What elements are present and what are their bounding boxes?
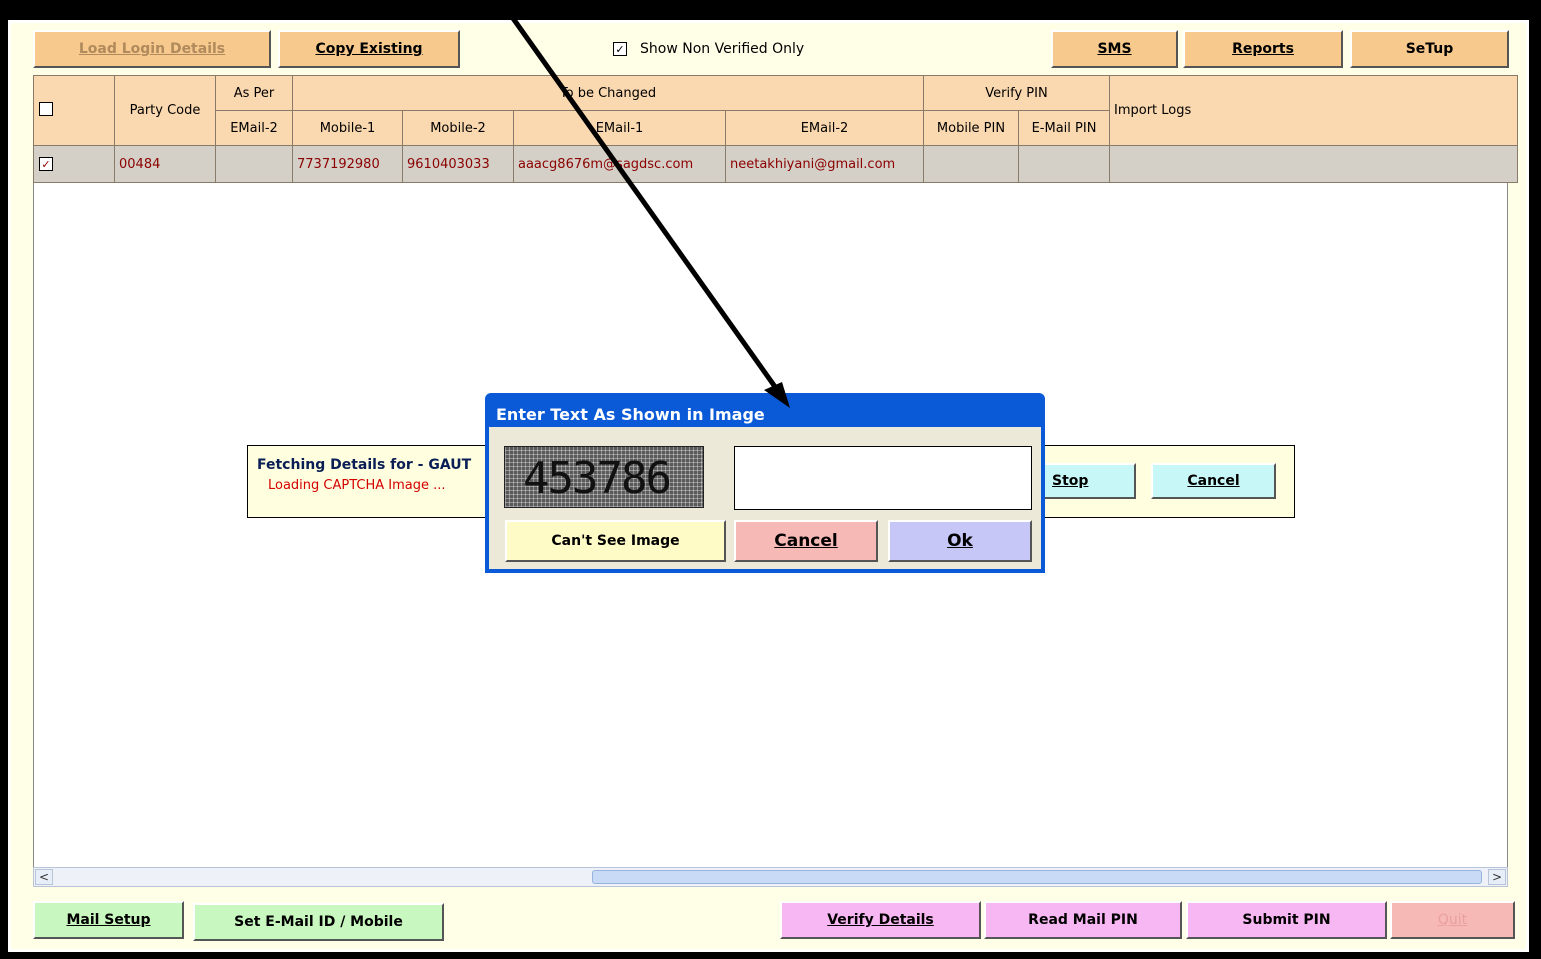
mobile1-cell[interactable]: 7737192980 [292,145,403,183]
mail-setup-button[interactable]: Mail Setup [33,901,184,939]
dialog-cancel-button[interactable]: Cancel [734,520,878,562]
as-per-header: As Per [215,75,293,111]
mobile2-cell[interactable]: 9610403033 [402,145,514,183]
sms-label: SMS [1097,41,1132,57]
set-email-mobile-label: Set E-Mail ID / Mobile [234,914,403,930]
status-cancel-label: Cancel [1187,473,1240,489]
dialog-ok-button[interactable]: Ok [888,520,1032,562]
submit-pin-label: Submit PIN [1242,912,1331,928]
as-per-email2-header: EMail-2 [215,110,293,146]
reports-label: Reports [1232,41,1294,57]
dialog-title: Enter Text As Shown in Image [496,405,765,424]
email-pin-cell[interactable] [1018,145,1110,183]
to-be-changed-header: To be Changed [292,75,924,111]
reports-button[interactable]: Reports [1183,30,1343,68]
show-non-verified-checkbox[interactable]: ✓ Show Non Verified Only [613,41,804,57]
set-email-mobile-button[interactable]: Set E-Mail ID / Mobile [193,903,444,941]
mobile-pin-cell[interactable] [923,145,1019,183]
party-code-cell[interactable]: 00484 [114,145,216,183]
verify-details-label: Verify Details [827,912,934,928]
scroll-right-icon[interactable]: > [1488,869,1506,885]
fetching-text: Fetching Details for - GAUT [257,457,472,473]
as-per-email2-cell[interactable] [215,145,293,183]
row-checkbox-checked-icon[interactable]: ✓ [39,157,53,171]
captcha-input[interactable] [734,446,1032,510]
import-logs-cell[interactable] [1109,145,1518,183]
quit-label: Quit [1437,912,1468,928]
email-pin-header: E-Mail PIN [1018,110,1110,146]
mobile-pin-header: Mobile PIN [923,110,1019,146]
party-code-header: Party Code [114,75,216,146]
setup-label: SeTup [1405,41,1454,57]
mobile1-header: Mobile-1 [292,110,403,146]
table-row[interactable]: ✓ 00484 7737192980 9610403033 aaacg8676m… [33,145,1518,183]
top-black-bar [0,0,1533,20]
submit-pin-button[interactable]: Submit PIN [1186,901,1387,939]
email1-cell[interactable]: aaacg8676m@sagdsc.com [513,145,726,183]
import-logs-header: Import Logs [1109,75,1518,146]
copy-existing-label: Copy Existing [315,41,423,57]
email1-header: EMail-1 [513,110,726,146]
read-mail-pin-label: Read Mail PIN [1028,912,1138,928]
details-grid: Party Code As Per To be Changed Verify P… [33,75,1518,183]
copy-existing-button[interactable]: Copy Existing [278,30,460,68]
email2-header: EMail-2 [725,110,924,146]
load-login-label: Load Login Details [78,41,226,57]
cant-see-image-button[interactable]: Can't See Image [505,520,726,562]
mail-setup-label: Mail Setup [66,912,151,928]
cant-see-image-label: Can't See Image [551,533,680,549]
horizontal-scrollbar[interactable]: < > [33,867,1508,887]
captcha-image: 453786 [504,446,704,508]
stop-button[interactable]: Stop [1036,463,1136,499]
captcha-image-text: 453786 [523,453,672,504]
quit-button[interactable]: Quit [1390,901,1515,939]
scroll-left-icon[interactable]: < [35,869,53,885]
scroll-thumb[interactable] [592,870,1482,884]
checkbox-checked-icon[interactable]: ✓ [613,42,627,56]
verify-details-button[interactable]: Verify Details [780,901,981,939]
select-all-header[interactable] [33,75,115,146]
dialog-ok-label: Ok [947,531,973,551]
dialog-cancel-label: Cancel [774,531,838,551]
stop-label: Stop [1052,473,1089,489]
mobile2-header: Mobile-2 [402,110,514,146]
status-cancel-button[interactable]: Cancel [1151,463,1276,499]
row-checkbox-cell[interactable]: ✓ [33,145,115,183]
sms-button[interactable]: SMS [1051,30,1178,68]
load-login-details-button[interactable]: Load Login Details [33,30,271,68]
select-all-checkbox-icon[interactable] [39,101,53,116]
show-non-verified-label: Show Non Verified Only [640,41,805,57]
loading-captcha-text: Loading CAPTCHA Image ... [268,478,446,493]
setup-button[interactable]: SeTup [1350,30,1509,68]
verify-pin-header: Verify PIN [923,75,1110,111]
email2-cell[interactable]: neetakhiyani@gmail.com [725,145,924,183]
read-mail-pin-button[interactable]: Read Mail PIN [984,901,1182,939]
